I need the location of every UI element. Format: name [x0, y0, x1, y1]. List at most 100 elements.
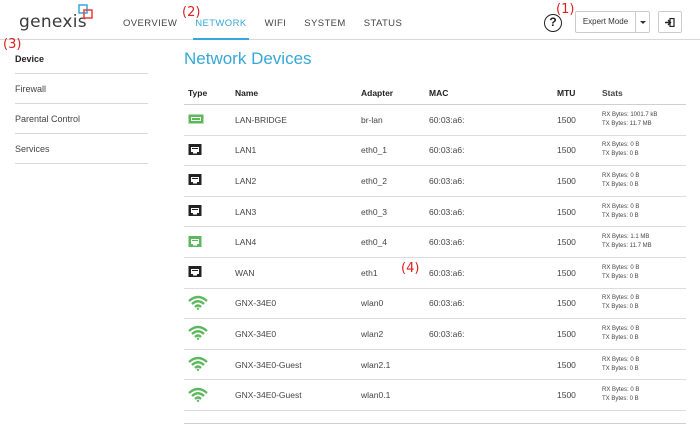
stat-tx: TX Bytes: 0 B [602, 334, 639, 341]
stat-tx: TX Bytes: 11.7 MB [602, 243, 652, 250]
sidebar-item-device[interactable]: Device [15, 44, 148, 74]
stat-tx: TX Bytes: 0 B [602, 273, 639, 280]
column-mac: MAC [429, 88, 449, 98]
cell-stats: RX Bytes: 0 B TX Bytes: 0 B [602, 141, 686, 159]
cell-stats: RX Bytes: 0 B TX Bytes: 0 B [602, 386, 686, 404]
cell-stats: RX Bytes: 0 B TX Bytes: 0 B [602, 203, 686, 221]
cell-mac: 60:03:a6: [429, 175, 465, 186]
stat-tx: TX Bytes: 11.7 MB [602, 120, 652, 127]
ethernet-icon [188, 265, 204, 278]
cell-stats: RX Bytes: 0 B TX Bytes: 0 B [602, 325, 686, 343]
table-row: GNX-34E0-Guest wlan0.1 1500 RX Bytes: 0 B TX… [184, 380, 686, 411]
cell-stats: RX Bytes: 0 B TX Bytes: 0 B [602, 356, 686, 374]
top-header: genexis OVERVIEW NETWORK WIFI SYSTEM STA… [0, 0, 700, 40]
stat-rx: RX Bytes: 1.1 MB [602, 234, 650, 241]
nav-network[interactable]: NETWORK [193, 0, 249, 40]
wifi-icon [188, 387, 208, 402]
cell-name: GNX-34E0 [235, 328, 277, 339]
stat-rx: RX Bytes: 0 B [602, 264, 640, 271]
sidebar: Device Firewall Parental Control Service… [15, 44, 148, 164]
network-devices-table: Type Name Adapter MAC MTU Stats LAN-BRID… [184, 82, 686, 411]
stat-rx: RX Bytes: 1001.7 kB [602, 111, 658, 118]
cell-name: GNX-34E0-Guest [235, 359, 302, 370]
table-row: GNX-34E0 wlan2 60:03:a6: 1500 RX Bytes: 0 B T… [184, 319, 686, 350]
cell-adapter: eth0_3 [361, 206, 387, 217]
stat-rx: RX Bytes: 0 B [602, 356, 640, 363]
stat-rx: RX Bytes: 0 B [602, 203, 640, 210]
ethernet-icon [188, 173, 204, 186]
expert-mode-button[interactable]: Expert Mode [575, 11, 636, 33]
cell-name: LAN2 [235, 175, 257, 186]
table-row: GNX-34E0-Guest wlan2.1 1500 RX Bytes: 0 B TX… [184, 350, 686, 381]
cell-adapter: eth0_1 [361, 145, 387, 156]
cell-stats: RX Bytes: 1001.7 kB TX Bytes: 11.7 MB [602, 111, 686, 129]
nav-overview[interactable]: OVERVIEW [123, 0, 177, 40]
cell-mac: 60:03:a6: [429, 298, 465, 309]
ethernet-active-icon [188, 235, 204, 247]
cell-mtu: 1500 [557, 114, 576, 125]
wifi-icon [188, 295, 208, 310]
cell-mtu: 1500 [557, 145, 576, 156]
stat-rx: RX Bytes: 0 B [602, 387, 640, 394]
nav-system[interactable]: SYSTEM [304, 0, 345, 40]
ethernet-icon [188, 143, 204, 155]
genexis-logo[interactable]: genexis [19, 12, 87, 32]
table-row: GNX-34E0 wlan0 60:03:a6: 1500 RX Bytes: 0 B T… [184, 289, 686, 320]
sidebar-item-parental-control[interactable]: Parental Control [15, 104, 148, 134]
stat-rx: RX Bytes: 0 B [602, 142, 640, 149]
cell-mtu: 1500 [557, 328, 576, 339]
cell-name: LAN4 [235, 237, 257, 248]
cell-stats: RX Bytes: 1.1 MB TX Bytes: 11.7 MB [602, 233, 686, 251]
cell-adapter: eth1 [361, 267, 378, 278]
page-title: Network Devices [184, 49, 312, 68]
cell-mtu: 1500 [557, 267, 576, 278]
column-type: Type [188, 88, 208, 98]
wifi-icon [188, 356, 208, 372]
main-nav: OVERVIEW NETWORK WIFI SYSTEM STATUS [123, 0, 420, 40]
cell-adapter: br-lan [361, 114, 383, 125]
cell-name: WAN [235, 267, 255, 278]
column-adapter: Adapter [361, 88, 394, 98]
bridge-icon [188, 113, 204, 125]
logout-button[interactable] [658, 11, 682, 33]
cell-mtu: 1500 [557, 359, 576, 370]
cell-mtu: 1500 [557, 390, 576, 401]
cell-name: GNX-34E0 [235, 298, 277, 309]
cell-name: LAN-BRIDGE [235, 114, 287, 125]
nav-status[interactable]: STATUS [364, 0, 402, 40]
ethernet-icon [188, 204, 204, 217]
table-row: LAN3 eth0_3 60:03:a6: 1500 RX Bytes: 0 B TX B… [184, 197, 686, 228]
nav-wifi[interactable]: WIFI [265, 0, 287, 40]
cell-mac: 60:03:a6: [429, 114, 465, 125]
annotation-marker-1: (1) [556, 2, 575, 17]
cell-mtu: 1500 [557, 175, 576, 186]
cell-adapter: wlan2 [361, 328, 384, 339]
cell-mac: 60:03:a6: [429, 145, 465, 156]
table-row: LAN2 eth0_2 60:03:a6: 1500 RX Bytes: 0 B TX B… [184, 166, 686, 197]
stat-rx: RX Bytes: 0 B [602, 295, 640, 302]
sidebar-item-firewall[interactable]: Firewall [15, 74, 148, 104]
cell-mac: 60:03:a6: [429, 237, 465, 248]
table-row: LAN1 eth0_1 60:03:a6: 1500 RX Bytes: 0 B TX B… [184, 136, 686, 167]
cell-adapter: wlan0.1 [361, 390, 391, 401]
stat-tx: TX Bytes: 0 B [602, 304, 639, 311]
cell-mtu: 1500 [557, 237, 576, 248]
column-mtu: MTU [557, 88, 576, 98]
stat-rx: RX Bytes: 0 B [602, 325, 640, 332]
cell-mac: 60:03:a6: [429, 267, 465, 278]
cell-stats: RX Bytes: 0 B TX Bytes: 0 B [602, 172, 686, 190]
cell-adapter: eth0_2 [361, 175, 387, 186]
cell-mac: 60:03:a6: [429, 328, 465, 339]
cell-name: LAN3 [235, 206, 257, 217]
cell-adapter: wlan2.1 [361, 359, 391, 370]
table-row: WAN eth1 60:03:a6: 1500 RX Bytes: 0 B TX Byte… [184, 258, 686, 289]
sidebar-item-services[interactable]: Services [15, 134, 148, 164]
cell-stats: RX Bytes: 0 B TX Bytes: 0 B [602, 264, 686, 282]
cell-mtu: 1500 [557, 298, 576, 309]
mode-dropdown-caret-icon[interactable] [636, 11, 650, 33]
stat-tx: TX Bytes: 0 B [602, 396, 639, 403]
stat-tx: TX Bytes: 0 B [602, 151, 639, 158]
table-bottom-rule [184, 423, 686, 424]
table-row: LAN-BRIDGE br-lan 60:03:a6: 1500 RX Bytes: 1… [184, 105, 686, 136]
stat-rx: RX Bytes: 0 B [602, 172, 640, 179]
